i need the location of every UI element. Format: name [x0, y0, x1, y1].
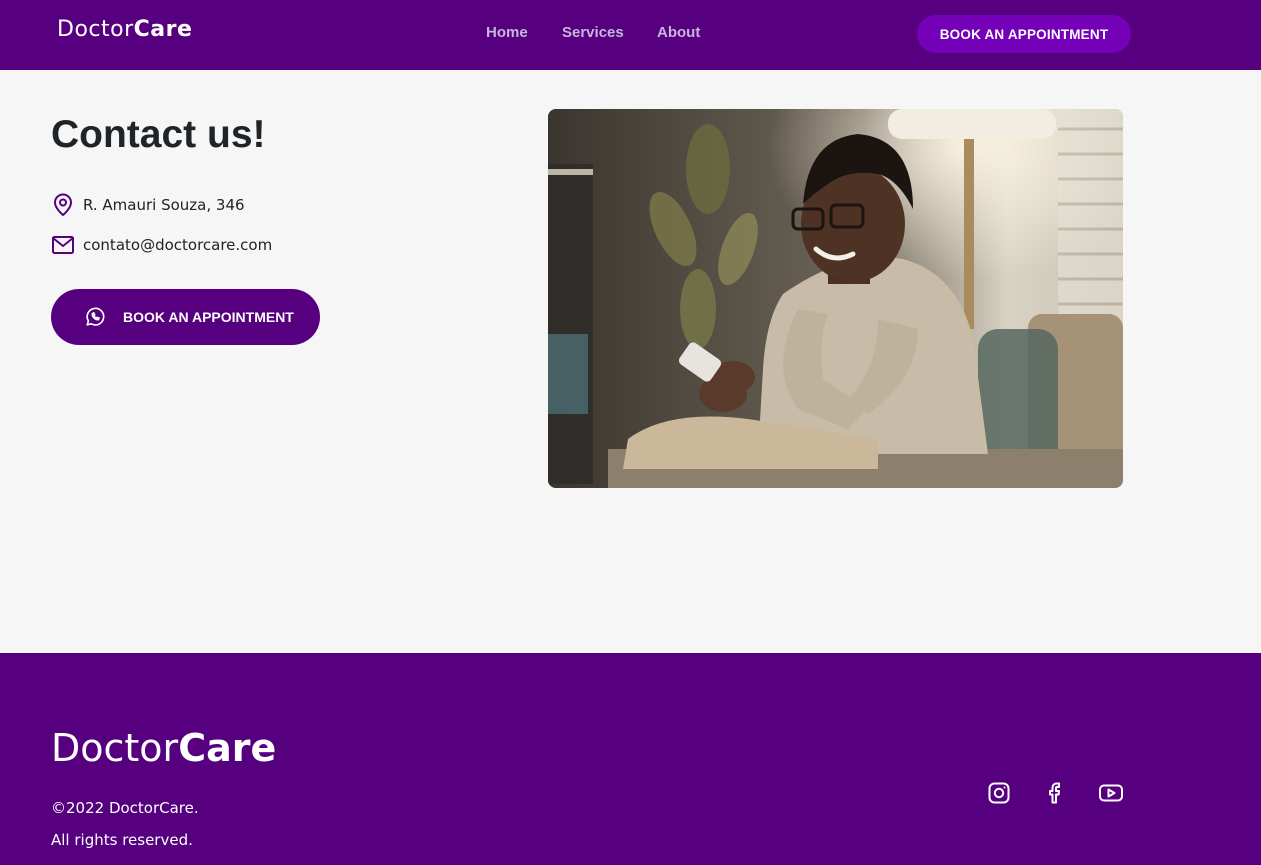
whatsapp-icon	[84, 306, 106, 328]
site-footer: DoctorCare ©2022 DoctorCare. All rights …	[0, 653, 1261, 865]
rights-text: All rights reserved.	[51, 831, 193, 849]
photo-illustration	[548, 109, 1123, 488]
footer-logo[interactable]: DoctorCare	[51, 726, 276, 770]
youtube-link[interactable]	[1098, 780, 1124, 806]
footer-logo-regular-text: Doctor	[51, 726, 179, 770]
contact-photo	[548, 109, 1123, 488]
logo[interactable]: DoctorCare	[57, 17, 192, 42]
nav-services[interactable]: Services	[562, 24, 624, 41]
nav-about[interactable]: About	[657, 24, 700, 41]
copyright-text: ©2022 DoctorCare.	[51, 799, 199, 817]
logo-regular-text: Doctor	[57, 17, 134, 42]
mail-icon	[51, 233, 75, 257]
instagram-link[interactable]	[986, 780, 1012, 806]
book-appointment-label: BOOK AN APPOINTMENT	[123, 309, 294, 325]
instagram-icon	[988, 782, 1010, 804]
email-text[interactable]: contato@doctorcare.com	[83, 236, 272, 254]
logo-bold-text: Care	[133, 17, 193, 42]
facebook-icon	[1049, 782, 1060, 804]
book-appointment-button[interactable]: BOOK AN APPOINTMENT	[51, 289, 320, 345]
site-header: DoctorCare Home Services About BOOK AN A…	[0, 0, 1261, 70]
book-appointment-header-button[interactable]: BOOK AN APPOINTMENT	[917, 15, 1131, 53]
footer-logo-bold-text: Care	[178, 726, 277, 770]
page-title: Contact us!	[51, 113, 266, 156]
address-text: R. Amauri Souza, 346	[83, 196, 245, 214]
map-pin-icon	[51, 193, 75, 217]
nav-home[interactable]: Home	[486, 24, 528, 41]
youtube-icon	[1099, 784, 1123, 802]
facebook-link[interactable]	[1042, 780, 1068, 806]
address-row: R. Amauri Souza, 346	[51, 193, 245, 217]
email-row: contato@doctorcare.com	[51, 233, 272, 257]
